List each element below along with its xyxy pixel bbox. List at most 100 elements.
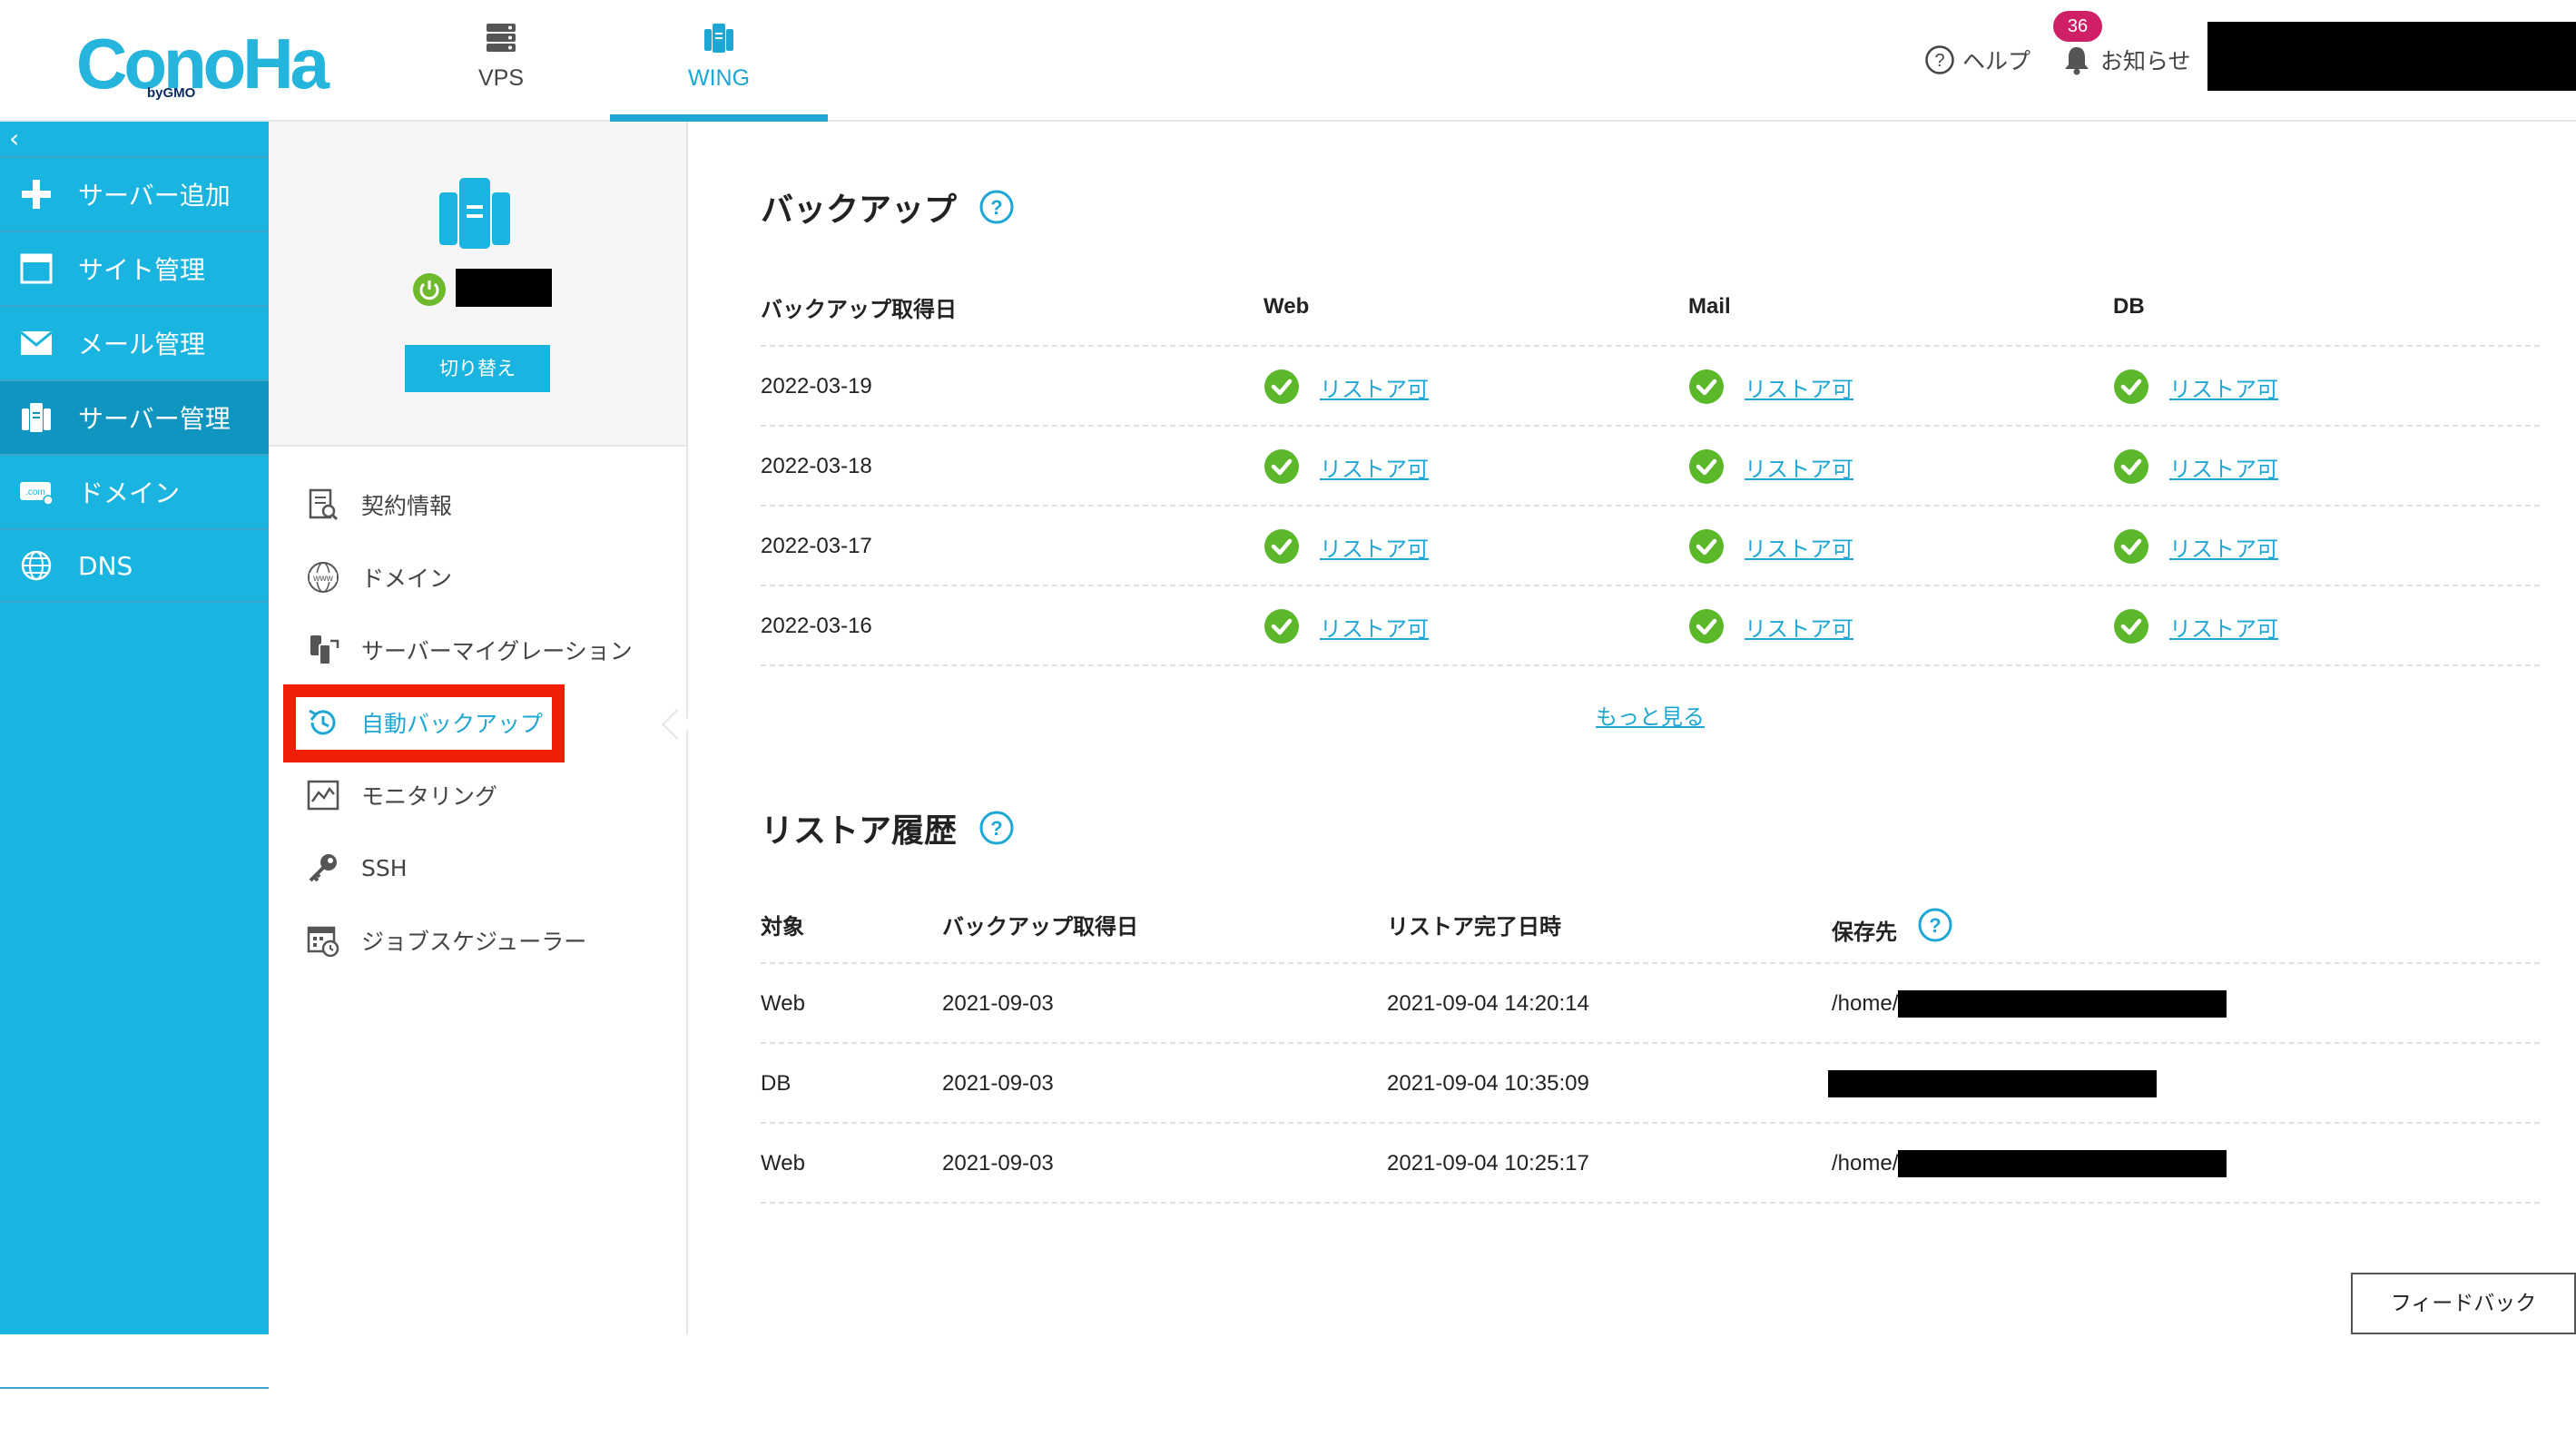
destination-path-redacted bbox=[1898, 990, 2227, 1018]
check-circle-icon bbox=[1689, 369, 1724, 404]
question-help-icon[interactable]: ? bbox=[1917, 907, 1953, 943]
restore-backup-date: 2021-09-03 bbox=[942, 991, 1054, 1016]
sidebar-item-label: サイト管理 bbox=[78, 255, 206, 285]
restore-destination bbox=[1828, 1044, 2157, 1124]
restore-mail-link[interactable]: リストア可 bbox=[1745, 371, 1853, 403]
table-header-row: 対象 バックアップ取得日 リストア完了日時 保存先 ? bbox=[761, 884, 2540, 964]
menu-item-label: SSH bbox=[361, 854, 408, 881]
restore-db-link[interactable]: リストア可 bbox=[2169, 451, 2278, 483]
column-header: DB bbox=[2113, 294, 2145, 319]
vps-server-icon bbox=[487, 24, 516, 52]
destination-prefix: /home/ bbox=[1832, 991, 1899, 1016]
account-menu-redacted[interactable] bbox=[2207, 22, 2576, 91]
switch-server-button[interactable]: 切り替え bbox=[405, 345, 550, 392]
www-globe-icon: www bbox=[305, 559, 341, 595]
sitemap-icon bbox=[16, 1402, 56, 1442]
section-heading: リストア履歴 bbox=[761, 812, 958, 850]
server-icon bbox=[439, 178, 510, 249]
restore-db-link[interactable]: リストア可 bbox=[2169, 611, 2278, 643]
svg-text:?: ? bbox=[1934, 51, 1944, 71]
sidebar-item-label: サーバー追加 bbox=[78, 181, 231, 211]
svg-text:?: ? bbox=[990, 196, 1002, 219]
check-circle-icon bbox=[1264, 529, 1299, 564]
restore-completed-time: 2021-09-04 10:35:09 bbox=[1387, 1071, 1589, 1096]
window-icon bbox=[16, 249, 56, 289]
scheduler-icon bbox=[305, 922, 341, 959]
restore-web-link[interactable]: リストア可 bbox=[1320, 531, 1429, 563]
top-header: ConoHa byGMO VPS WING ? ヘルプ 36 お知らせ bbox=[0, 0, 2576, 122]
restore-web-link[interactable]: リストア可 bbox=[1320, 611, 1429, 643]
restore-cell-db: リストア可 bbox=[2113, 586, 2278, 666]
svg-text:.com: .com bbox=[25, 487, 45, 497]
check-circle-icon bbox=[2114, 529, 2148, 564]
conoha-logo[interactable]: ConoHa byGMO bbox=[76, 25, 329, 102]
server-name-redacted bbox=[456, 269, 552, 307]
restore-destination: /home/ bbox=[1832, 1124, 2227, 1204]
check-circle-icon bbox=[1689, 449, 1724, 484]
chevron-left-icon[interactable]: ‹ bbox=[9, 125, 19, 152]
destination-path-redacted bbox=[1828, 1070, 2157, 1097]
menu-item-domain[interactable]: www ドメイン bbox=[305, 552, 452, 603]
backup-date: 2022-03-19 bbox=[761, 374, 872, 398]
power-status-icon bbox=[413, 273, 446, 306]
table-row: Web 2021-09-03 2021-09-04 10:25:17/home/ bbox=[761, 1124, 2540, 1204]
menu-item-monitoring[interactable]: モニタリング bbox=[305, 770, 497, 821]
restore-db-link[interactable]: リストア可 bbox=[2169, 371, 2278, 403]
restore-cell-db: リストア可 bbox=[2113, 347, 2278, 427]
restore-cell-web: リストア可 bbox=[1263, 507, 1429, 586]
restore-web-link[interactable]: リストア可 bbox=[1320, 451, 1429, 483]
backup-section-title: バックアップ ? bbox=[761, 183, 1015, 231]
menu-item-contract-info[interactable]: 契約情報 bbox=[305, 479, 452, 530]
sidebar-sitemap[interactable]: サイトマップ bbox=[0, 1387, 269, 1456]
notice-label: お知らせ bbox=[2100, 48, 2191, 74]
tab-wing-label: WING bbox=[687, 65, 751, 91]
restore-target: Web bbox=[761, 1151, 805, 1176]
table-row: Web 2021-09-03 2021-09-04 14:20:14/home/ bbox=[761, 964, 2540, 1044]
menu-item-ssh[interactable]: SSH bbox=[305, 842, 408, 893]
show-more-link[interactable]: もっと見る bbox=[1596, 699, 1705, 731]
check-circle-icon bbox=[2114, 369, 2148, 404]
sidebar-item-domain[interactable]: .com ドメイン bbox=[0, 454, 269, 528]
restore-db-link[interactable]: リストア可 bbox=[2169, 531, 2278, 563]
sidebar-item-label: サーバー管理 bbox=[78, 404, 231, 434]
restore-web-link[interactable]: リストア可 bbox=[1320, 371, 1429, 403]
help-link[interactable]: ? ヘルプ bbox=[1924, 42, 2030, 78]
highlight-frame bbox=[283, 684, 565, 762]
check-circle-icon bbox=[1689, 529, 1724, 564]
restore-mail-link[interactable]: リストア可 bbox=[1745, 611, 1853, 643]
sidebar-item-mail-management[interactable]: メール管理 bbox=[0, 305, 269, 379]
destination-prefix: /home/ bbox=[1832, 1151, 1899, 1176]
menu-item-server-migration[interactable]: サーバーマイグレーション bbox=[305, 625, 633, 675]
restore-history-table: 対象 バックアップ取得日 リストア完了日時 保存先 ? Web 2021-09-0… bbox=[761, 884, 2540, 1204]
restore-mail-link[interactable]: リストア可 bbox=[1745, 451, 1853, 483]
column-header: バックアップ取得日 bbox=[942, 914, 1138, 940]
question-help-icon[interactable]: ? bbox=[978, 810, 1015, 846]
sidebar-item-site-management[interactable]: サイト管理 bbox=[0, 231, 269, 305]
svg-text:?: ? bbox=[1929, 914, 1941, 937]
tab-wing[interactable]: WING bbox=[610, 0, 828, 122]
tab-vps[interactable]: VPS bbox=[392, 0, 610, 122]
column-header-with-help: 保存先 ? bbox=[1832, 890, 1953, 969]
check-circle-icon bbox=[2114, 609, 2148, 644]
restore-target: DB bbox=[761, 1071, 791, 1096]
restore-mail-link[interactable]: リストア可 bbox=[1745, 531, 1853, 563]
notice-link[interactable]: お知らせ bbox=[2062, 42, 2191, 78]
backup-date: 2022-03-17 bbox=[761, 534, 872, 558]
logo-sub-text: byGMO bbox=[147, 85, 196, 101]
table-row: 2022-03-19 リストア可 リストア可 リストア可 bbox=[761, 347, 2540, 427]
notice-count-badge: 36 bbox=[2053, 11, 2102, 42]
check-circle-icon bbox=[1689, 609, 1724, 644]
help-label: ヘルプ bbox=[1962, 48, 2031, 74]
key-icon bbox=[305, 850, 341, 886]
feedback-button[interactable]: フィードバック bbox=[2351, 1273, 2576, 1334]
question-help-icon[interactable]: ? bbox=[978, 189, 1015, 225]
question-circle-icon: ? bbox=[1925, 45, 1954, 74]
check-circle-icon bbox=[2114, 449, 2148, 484]
sidebar-item-add-server[interactable]: サーバー追加 bbox=[0, 156, 269, 231]
sidebar-item-label: メール管理 bbox=[78, 330, 206, 359]
menu-item-job-scheduler[interactable]: ジョブスケジューラー bbox=[305, 915, 586, 966]
sidebar-item-server-management[interactable]: サーバー管理 bbox=[0, 379, 269, 454]
sidebar-item-dns[interactable]: DNS bbox=[0, 528, 269, 603]
column-header: Mail bbox=[1688, 294, 1731, 319]
main-content: バックアップ ? バックアップ取得日 Web Mail DB 2022-03-1… bbox=[688, 122, 2576, 1334]
